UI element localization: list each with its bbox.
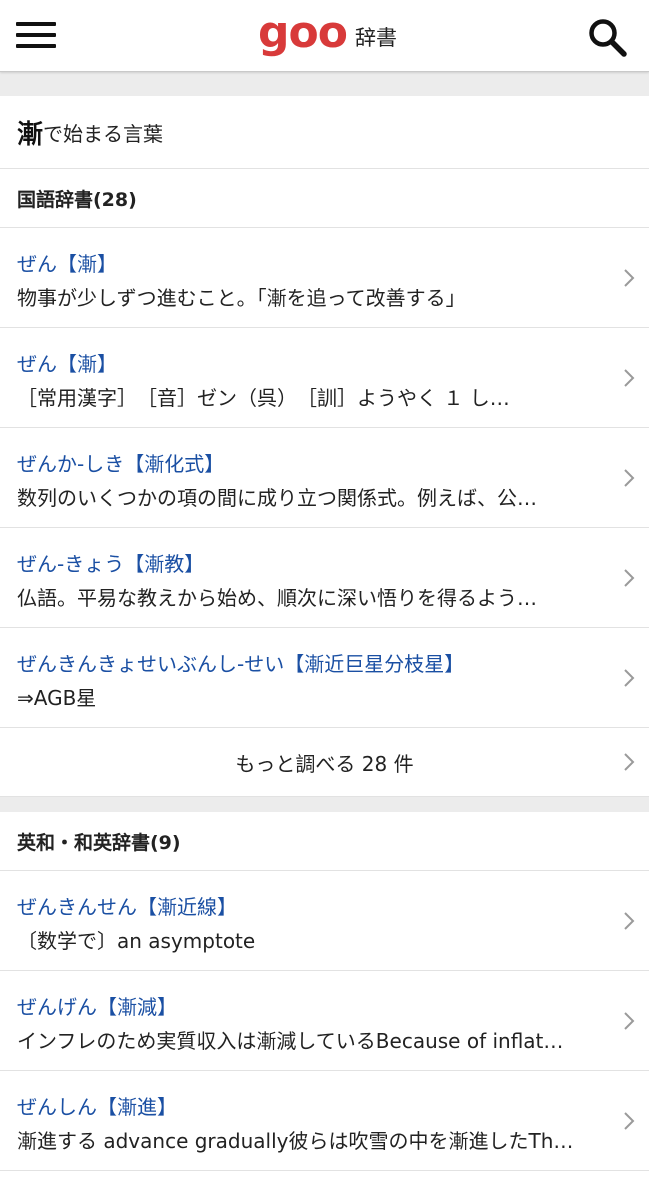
entry-description: 漸進する advance gradually彼らは吹雪の中を漸進したTh… [17,1129,574,1153]
chevron-right-icon [624,269,635,287]
entry-description: 物事が少しずつ進むこと。「漸を追って改善する」 [17,286,466,310]
hamburger-menu-icon[interactable] [14,18,58,52]
entry-title[interactable]: ぜんきんきょせいぶんし‐せい【漸近巨星分枝星】 [17,648,464,677]
chevron-right-icon [624,369,635,387]
entry-description: 仏語。平易な教えから始め、順次に深い悟りを得るよう… [17,586,537,610]
page-title: 漸 で始まる言葉 [0,96,649,169]
logo-jisho-text: 辞書 [354,26,397,50]
entry-title[interactable]: ぜんきんせん【漸近線】 [17,891,237,920]
more-results-label: もっと調べる 28 件 [235,751,414,776]
list-item[interactable]: ぜんげん【漸減】 インフレのため実質収入は漸減しているBecause of in… [0,971,649,1071]
list-item[interactable]: ぜんきんせん【漸近線】 〔数学で〕an asymptote [0,871,649,971]
list-item[interactable]: ぜんきんきょせいぶんし‐せい【漸近巨星分枝星】 ⇒AGB星 [0,628,649,728]
page-title-kanji: 漸 [17,119,44,150]
chevron-right-icon [624,1012,635,1030]
logo-goo-text: goo [258,7,348,58]
list-item[interactable]: ぜんか‐しき【漸化式】 数列のいくつかの項の間に成り立つ関係式。例えば、公… [0,428,649,528]
section-heading-kokugo: 国語辞書(28) [0,169,649,228]
chevron-right-icon [624,669,635,687]
section-spacer [0,797,649,812]
chevron-right-icon [624,753,635,771]
chevron-right-icon [624,1112,635,1130]
search-icon[interactable] [586,16,630,58]
section-heading-eiwa: 英和・和英辞書(9) [0,812,649,871]
entry-description: 数列のいくつかの項の間に成り立つ関係式。例えば、公… [17,486,537,510]
entry-description: ⇒AGB星 [17,686,97,710]
entry-description: インフレのため実質収入は漸減しているBecause of inflat… [17,1029,564,1053]
entry-title[interactable]: ぜん【漸】 [17,248,117,277]
chevron-right-icon [624,912,635,930]
chevron-right-icon [624,569,635,587]
entry-description: ［常用漢字］ ［音］ゼン（呉） ［訓］ようやく １ し… [17,386,510,410]
entry-title[interactable]: ぜんげん【漸減】 [17,991,177,1020]
list-item[interactable]: ぜん【漸】 物事が少しずつ進むこと。「漸を追って改善する」 [0,228,649,328]
section-spacer [0,72,649,96]
list-item[interactable]: ぜん【漸】 ［常用漢字］ ［音］ゼン（呉） ［訓］ようやく １ し… [0,328,649,428]
goo-dictionary-logo[interactable]: goo 辞書 [258,7,397,60]
entry-description: 〔数学で〕an asymptote [17,929,256,953]
page-title-text: で始まる言葉 [43,121,164,146]
chevron-right-icon [624,469,635,487]
list-item[interactable]: ぜん‐きょう【漸教】 仏語。平易な教えから始め、順次に深い悟りを得るよう… [0,528,649,628]
app-header: goo 辞書 [0,0,649,72]
entry-title[interactable]: ぜんしん【漸進】 [17,1091,177,1120]
entry-title[interactable]: ぜん‐きょう【漸教】 [17,548,204,577]
entry-title[interactable]: ぜんか‐しき【漸化式】 [17,448,224,477]
entry-title[interactable]: ぜん【漸】 [17,348,117,377]
list-item[interactable]: ぜんしん【漸進】 漸進する advance gradually彼らは吹雪の中を漸… [0,1071,649,1171]
more-results-button[interactable]: もっと調べる 28 件 [0,728,649,797]
